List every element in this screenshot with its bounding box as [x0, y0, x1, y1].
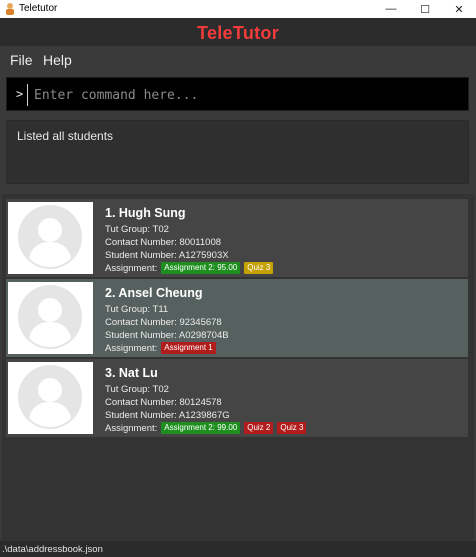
student-card-3[interactable]: 3. Nat Lu Tut Group: T02 Contact Number:… [6, 359, 468, 437]
assignment-tag: Assignment 2: 99.00 [161, 422, 241, 434]
command-prompt: > [16, 87, 24, 101]
menu-bar: File Help [0, 46, 476, 74]
assignment-tag: Quiz 3 [244, 262, 274, 274]
maximize-icon: ☐ [420, 3, 430, 16]
student-number: Student Number: A1275903X [105, 250, 229, 261]
avatar-icon [18, 285, 82, 349]
student-tut-group: Tut Group: T11 [105, 304, 169, 315]
student-contact: Contact Number: 80011008 [105, 237, 222, 248]
student-assignments: Assignment: Assignment 2: 95.00 Quiz 3 [105, 262, 274, 274]
close-icon: ✕ [454, 3, 464, 16]
command-input[interactable] [27, 84, 463, 106]
minimize-button[interactable]: — [374, 0, 408, 18]
assignment-label: Assignment: [105, 422, 158, 434]
maximize-button[interactable]: ☐ [408, 0, 442, 18]
student-name: 1. Hugh Sung [105, 206, 186, 220]
student-number: Student Number: A1239867G [105, 410, 230, 421]
minimize-icon: — [385, 3, 397, 15]
student-number: Student Number: A0298704B [105, 330, 229, 341]
student-list[interactable]: 1. Hugh Sung Tut Group: T02 Contact Numb… [2, 194, 474, 541]
assignment-tag: Assignment 2: 95.00 [161, 262, 241, 274]
assignment-tag: Quiz 2 [244, 422, 274, 434]
student-photo [8, 362, 93, 434]
app-header: TeleTutor [0, 18, 476, 46]
result-display: Listed all students [6, 120, 469, 184]
student-name: 2. Ansel Cheung [105, 286, 203, 300]
window-titlebar: Teletutor — ☐ ✕ [0, 0, 476, 18]
student-tut-group: Tut Group: T02 [105, 384, 169, 395]
student-card-2[interactable]: 2. Ansel Cheung Tut Group: T11 Contact N… [6, 279, 468, 357]
window-title: Teletutor [19, 3, 58, 14]
status-bar: .\data\addressbook.json [0, 541, 476, 557]
assignment-tag: Assignment 1 [161, 342, 216, 354]
avatar-icon [18, 365, 82, 429]
app-icon [6, 3, 14, 15]
result-message: Listed all students [17, 129, 114, 143]
student-contact: Contact Number: 92345678 [105, 317, 222, 328]
menu-help[interactable]: Help [43, 52, 72, 68]
close-button[interactable]: ✕ [442, 0, 476, 18]
command-box: > [6, 77, 469, 111]
menu-file[interactable]: File [10, 52, 33, 68]
avatar-icon [18, 205, 82, 269]
student-assignments: Assignment: Assignment 1 [105, 342, 216, 354]
student-card-1[interactable]: 1. Hugh Sung Tut Group: T02 Contact Numb… [6, 199, 468, 277]
student-photo [8, 202, 93, 274]
assignment-label: Assignment: [105, 262, 158, 274]
student-name: 3. Nat Lu [105, 366, 158, 380]
student-photo [8, 282, 93, 354]
app-brand-title: TeleTutor [196, 23, 280, 43]
student-assignments: Assignment: Assignment 2: 99.00 Quiz 2 Q… [105, 422, 307, 434]
student-contact: Contact Number: 80124578 [105, 397, 222, 408]
save-location-path: .\data\addressbook.json [2, 544, 103, 555]
student-tut-group: Tut Group: T02 [105, 224, 169, 235]
assignment-tag: Quiz 3 [277, 422, 307, 434]
assignment-label: Assignment: [105, 342, 158, 354]
